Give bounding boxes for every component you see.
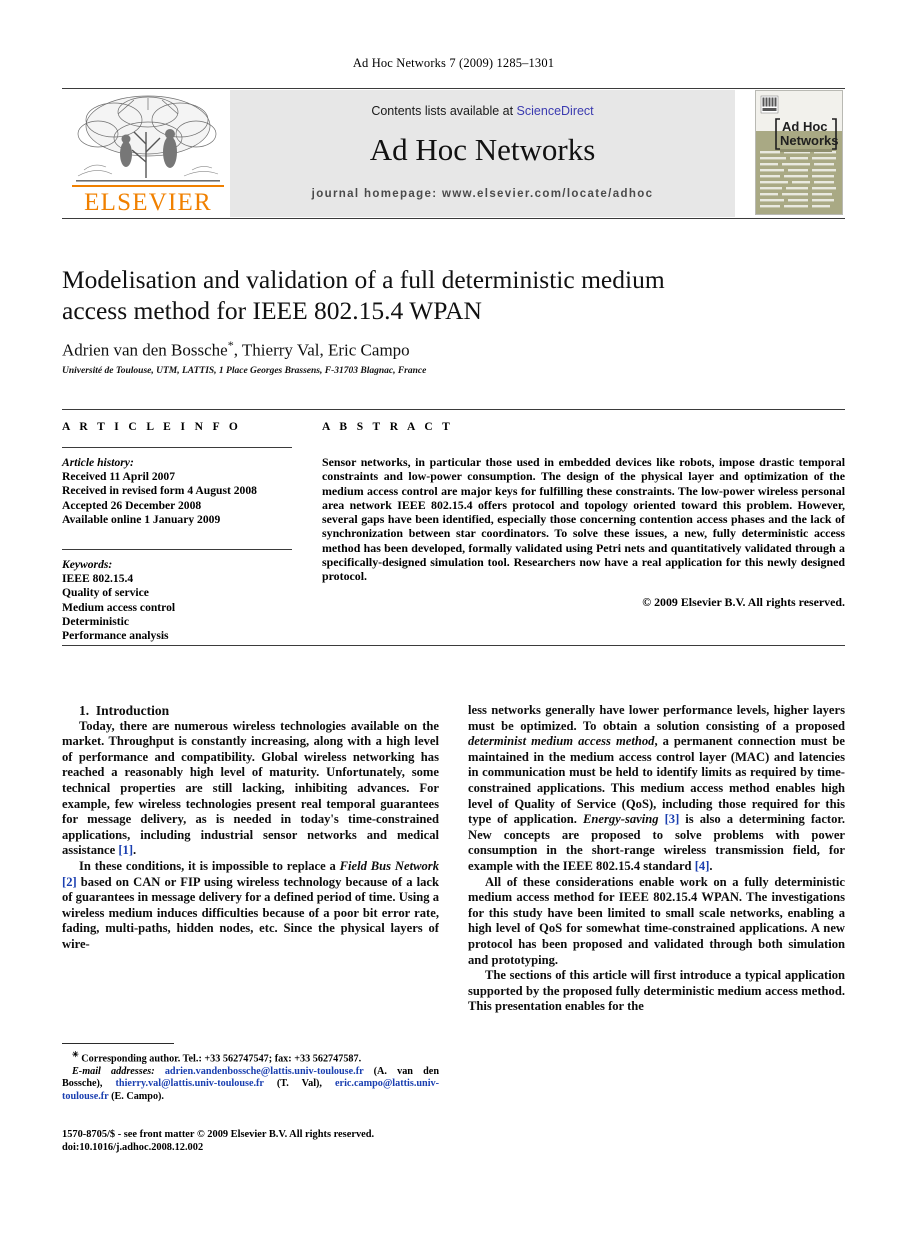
paragraph: All of these considerations enable work … bbox=[468, 874, 845, 967]
paragraph: In these conditions, it is impossible to… bbox=[62, 859, 439, 953]
body-column-left: 1. Introduction Today, there are numerou… bbox=[62, 703, 439, 1043]
contents-available-line: Contents lists available at ScienceDirec… bbox=[230, 104, 735, 118]
emphasis-text: Field Bus Network bbox=[339, 858, 439, 873]
keyword-item: IEEE 802.15.4 bbox=[62, 572, 134, 586]
paragraph-text: In these conditions, it is impossible to… bbox=[79, 858, 340, 873]
masthead-rule-bottom bbox=[62, 218, 845, 219]
imprint-block: 1570-8705/$ - see front matter © 2009 El… bbox=[62, 1128, 482, 1154]
journal-title: Ad Hoc Networks bbox=[369, 132, 596, 167]
author-primary: Adrien van den Bossche bbox=[62, 340, 228, 360]
body-column-right: less networks generally have lower perfo… bbox=[468, 703, 845, 1123]
keywords-rule bbox=[62, 549, 292, 551]
paragraph: Today, there are numerous wireless techn… bbox=[62, 719, 439, 859]
info-rule-bottom bbox=[62, 645, 845, 646]
cover-title-line1: Ad Hoc bbox=[782, 119, 828, 134]
emphasis-text: Energy-saving bbox=[582, 812, 659, 827]
article-info-heading: A R T I C L E I N F O bbox=[62, 421, 242, 433]
abstract-text: Sensor networks, in particular those use… bbox=[322, 455, 845, 584]
email-owner: (E. Campo). bbox=[108, 1090, 164, 1102]
citation-ref[interactable]: [3] bbox=[665, 812, 680, 826]
paragraph-text-end: based on CAN or FIP using wireless techn… bbox=[62, 874, 439, 951]
masthead-band: Contents lists available at ScienceDirec… bbox=[230, 90, 735, 217]
article-history-label: Article history: bbox=[62, 456, 134, 469]
copyright-line: © 2009 Elsevier B.V. All rights reserved… bbox=[642, 594, 845, 609]
keywords-label: Keywords: bbox=[62, 558, 113, 572]
elsevier-tree-icon bbox=[76, 95, 220, 182]
email-addresses-label: E-mail addresses: bbox=[72, 1065, 155, 1077]
keywords-list: Keywords: IEEE 802.15.4 Quality of servi… bbox=[62, 558, 292, 643]
history-item: Received 11 April 2007 bbox=[62, 470, 176, 484]
citation-ref[interactable]: [2] bbox=[62, 875, 77, 889]
history-item: Accepted 26 December 2008 bbox=[62, 498, 202, 512]
emphasis-text: determinist medium access method bbox=[468, 734, 655, 749]
section-number: 1. bbox=[79, 703, 90, 718]
paragraph-text: less networks generally have lower perfo… bbox=[468, 703, 845, 733]
journal-cover-thumbnail[interactable]: Ad Hoc Networks bbox=[755, 90, 843, 215]
running-head: Ad Hoc Networks 7 (2009) 1285–1301 bbox=[352, 56, 555, 70]
contents-prefix: Contents lists available at bbox=[371, 104, 517, 118]
corresponding-author-text: Corresponding author. Tel.: +33 56274754… bbox=[81, 1053, 362, 1065]
paragraph-text-end: . bbox=[709, 858, 713, 873]
abstract-column: A B S T R A C T Sensor networks, in part… bbox=[322, 421, 845, 610]
section-heading-introduction: 1. Introduction bbox=[62, 703, 439, 719]
paragraph-text: Today, there are numerous wireless techn… bbox=[62, 718, 439, 858]
keyword-item: Quality of service bbox=[62, 586, 149, 600]
elsevier-underline bbox=[72, 185, 224, 187]
email-link[interactable]: adrien.vandenbossche@lattis.univ-toulous… bbox=[165, 1066, 364, 1077]
paragraph: less networks generally have lower perfo… bbox=[468, 703, 845, 875]
history-item: Available online 1 January 2009 bbox=[62, 512, 221, 526]
keyword-item: Medium access control bbox=[62, 600, 176, 614]
journal-masthead: ELSEVIER Contents lists available at Sci… bbox=[62, 88, 845, 219]
article-info-column: A R T I C L E I N F O Article history: R… bbox=[62, 421, 292, 643]
email-owner: (T. Val), bbox=[263, 1078, 336, 1090]
journal-homepage-link[interactable]: journal homepage: www.elsevier.com/locat… bbox=[230, 188, 735, 200]
cover-title-line2: Networks bbox=[780, 133, 839, 148]
masthead-rule-top bbox=[62, 88, 845, 89]
page-title: Modelisation and validation of a full de… bbox=[62, 265, 665, 325]
history-item: Received in revised form 4 August 2008 bbox=[62, 484, 257, 498]
email-note: E-mail addresses: adrien.vandenbossche@l… bbox=[62, 1066, 439, 1103]
sciencedirect-link[interactable]: ScienceDirect bbox=[517, 104, 594, 118]
email-link[interactable]: thierry.val@lattis.univ-toulouse.fr bbox=[116, 1078, 264, 1089]
footnote-block: ✳ Corresponding author. Tel.: +33 562747… bbox=[62, 1049, 439, 1103]
citation-ref[interactable]: [4] bbox=[695, 859, 710, 873]
paragraph-text-end: . bbox=[133, 843, 137, 858]
paper-page: Ad Hoc Networks 7 (2009) 1285–1301 ELSEV… bbox=[0, 0, 907, 1238]
elsevier-wordmark: ELSEVIER bbox=[84, 189, 212, 216]
keyword-item: Performance analysis bbox=[62, 629, 169, 643]
author-others: , Thierry Val, Eric Campo bbox=[233, 340, 410, 360]
doi-line[interactable]: doi:10.1016/j.adhoc.2008.12.002 bbox=[62, 1141, 482, 1154]
article-history: Article history: Received 11 April 2007 … bbox=[62, 456, 292, 527]
info-rule-top bbox=[62, 409, 845, 410]
article-info-underline bbox=[62, 447, 292, 448]
cover-art: Ad Hoc Networks bbox=[756, 91, 842, 214]
section-title: Introduction bbox=[95, 703, 170, 718]
issn-line: 1570-8705/$ - see front matter © 2009 El… bbox=[62, 1129, 375, 1140]
paragraph: The sections of this article will first … bbox=[468, 968, 845, 1014]
footnote-rule bbox=[62, 1043, 174, 1044]
corresponding-author-note: ✳ Corresponding author. Tel.: +33 562747… bbox=[62, 1049, 439, 1066]
elsevier-logo: ELSEVIER bbox=[68, 90, 228, 217]
keywords-block: Keywords: IEEE 802.15.4 Quality of servi… bbox=[62, 549, 292, 643]
affiliation: Université de Toulouse, UTM, LATTIS, 1 P… bbox=[62, 366, 427, 376]
author-list: Adrien van den Bossche*, Thierry Val, Er… bbox=[62, 338, 762, 361]
citation-ref[interactable]: [1] bbox=[118, 843, 133, 857]
asterisk-icon: ✳ bbox=[72, 1050, 79, 1059]
abstract-heading: A B S T R A C T bbox=[322, 421, 454, 433]
keyword-item: Deterministic bbox=[62, 614, 129, 628]
